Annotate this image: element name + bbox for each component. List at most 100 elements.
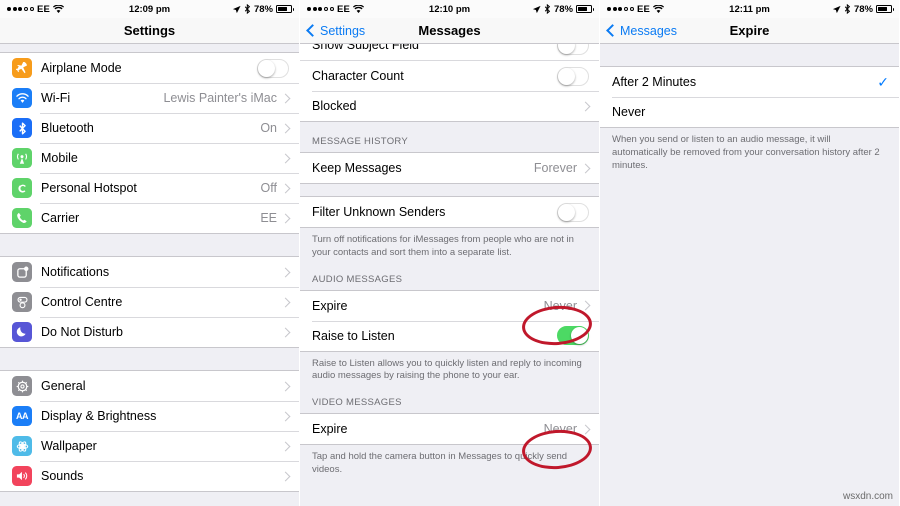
chevron-right-icon (580, 424, 591, 435)
back-button[interactable]: Settings (306, 24, 365, 38)
character-count-toggle[interactable] (557, 66, 589, 86)
filter-unknown-senders-toggle[interactable] (557, 202, 589, 222)
sidebar-item-general[interactable]: General (0, 371, 299, 401)
sidebar-item-display-brightness[interactable]: AA Display & Brightness (0, 401, 299, 431)
row-label: Never (612, 105, 646, 119)
row-value: On (260, 121, 277, 135)
row-value: Never (543, 298, 577, 313)
status-left: EE (307, 4, 365, 15)
list-spacer (600, 44, 899, 66)
expire-options-list[interactable]: After 2 Minutes ✓ Never When you send or… (600, 44, 899, 506)
panel-messages: EE 12:10 pm 78% Settings Messages Show S… (299, 0, 599, 506)
bluetooth-icon (12, 118, 32, 138)
sidebar-item-wifi[interactable]: Wi-Fi Lewis Painter's iMac (0, 83, 299, 113)
row-filter-unknown-senders[interactable]: Filter Unknown Senders (300, 197, 599, 227)
row-character-count[interactable]: Character Count (300, 61, 599, 91)
nav-bar-messages: Settings Messages (300, 18, 599, 44)
bluetooth-icon (244, 4, 251, 14)
show-subject-field-toggle[interactable] (557, 44, 589, 55)
chevron-right-icon (280, 327, 291, 337)
messages-group-video: Expire Never (300, 413, 599, 446)
row-label: Control Centre (41, 295, 123, 309)
list-spacer (0, 348, 299, 370)
page-title: Settings (123, 23, 176, 38)
signal-dots-icon (607, 6, 634, 12)
hotspot-icon (12, 178, 32, 198)
row-label: Filter Unknown Senders (312, 205, 446, 219)
row-raise-to-listen[interactable]: Raise to Listen (300, 320, 599, 351)
chevron-left-icon (306, 24, 319, 37)
row-label: Expire (312, 422, 348, 437)
display-brightness-icon: AA (12, 406, 32, 426)
sidebar-item-bluetooth[interactable]: Bluetooth On (0, 113, 299, 143)
row-video-expire[interactable]: Expire Never (300, 414, 599, 445)
sidebar-item-personal-hotspot[interactable]: Personal Hotspot Off (0, 173, 299, 203)
status-left: EE (7, 4, 65, 15)
chevron-right-icon (280, 411, 291, 421)
sidebar-item-airplane-mode[interactable]: Airplane Mode (0, 53, 299, 83)
sidebar-item-wallpaper[interactable]: Wallpaper (0, 431, 299, 461)
list-spacer (0, 44, 299, 52)
settings-group-general: General AA Display & Brightness Wallpape… (0, 370, 299, 492)
wallpaper-icon (12, 436, 32, 456)
chevron-right-icon (280, 153, 291, 163)
airplane-mode-toggle[interactable] (257, 58, 289, 78)
wifi-icon (653, 4, 665, 13)
messages-group-top: Character Count Blocked (300, 61, 599, 122)
list-spacer (300, 184, 599, 196)
row-label: Notifications (41, 265, 110, 279)
row-value: Never (543, 422, 577, 437)
sidebar-item-notifications[interactable]: Notifications (0, 257, 299, 287)
battery-icon (876, 5, 894, 13)
panel-settings: EE 12:09 pm 78% Settings Airplane Mode W… (0, 0, 299, 506)
chevron-right-icon (280, 183, 291, 193)
row-value: EE (260, 211, 277, 225)
row-keep-messages[interactable]: Keep Messages Forever (300, 153, 599, 183)
row-label: General (41, 379, 86, 393)
sidebar-item-do-not-disturb[interactable]: Do Not Disturb (0, 317, 299, 347)
row-blocked[interactable]: Blocked (300, 91, 599, 121)
status-bar: EE 12:11 pm 78% (600, 0, 899, 18)
expire-options-group: After 2 Minutes ✓ Never (600, 66, 899, 128)
chevron-right-icon (280, 267, 291, 277)
row-label: Carrier (41, 211, 80, 225)
row-label: Wi-Fi (41, 91, 71, 105)
battery-icon (576, 5, 594, 13)
chevron-right-icon (280, 123, 291, 133)
chevron-left-icon (606, 24, 619, 37)
location-arrow-icon (532, 5, 541, 13)
messages-group-history: Keep Messages Forever (300, 152, 599, 184)
messages-group-filter: Filter Unknown Senders (300, 196, 599, 228)
option-never[interactable]: Never (600, 97, 899, 127)
messages-group-audio: Expire Never Raise to Listen (300, 289, 599, 352)
control-centre-icon (12, 292, 32, 312)
row-label: Show Subject Field (312, 44, 420, 52)
row-label: Blocked (312, 99, 357, 113)
option-after-2-minutes[interactable]: After 2 Minutes ✓ (600, 67, 899, 97)
sidebar-item-mobile[interactable]: Mobile (0, 143, 299, 173)
row-label: Character Count (312, 69, 404, 83)
row-label: Personal Hotspot (41, 181, 137, 195)
sidebar-item-carrier[interactable]: Carrier EE (0, 203, 299, 233)
chevron-right-icon (580, 163, 591, 173)
row-label: After 2 Minutes (612, 75, 697, 89)
battery-percent: 78% (253, 3, 273, 15)
sidebar-item-sounds[interactable]: Sounds (0, 461, 299, 491)
row-audio-expire[interactable]: Expire Never (300, 290, 599, 321)
row-label: Mobile (41, 151, 78, 165)
row-value: Off (260, 181, 277, 195)
row-label: Bluetooth (41, 121, 94, 135)
section-header-video-messages: VIDEO MESSAGES (300, 393, 599, 414)
row-label: Airplane Mode (41, 61, 122, 75)
sidebar-item-control-centre[interactable]: Control Centre (0, 287, 299, 317)
settings-list[interactable]: Airplane Mode Wi-Fi Lewis Painter's iMac (0, 44, 299, 506)
row-show-subject-field-clipped[interactable]: Show Subject Field (300, 44, 599, 61)
chevron-right-icon (280, 441, 291, 451)
status-right: 78% (232, 3, 294, 15)
footer-note-video: Tap and hold the camera button in Messag… (300, 445, 599, 487)
messages-list[interactable]: Show Subject Field Character Count Block… (300, 44, 599, 506)
footer-note-expire: When you send or listen to an audio mess… (600, 128, 899, 183)
raise-to-listen-toggle[interactable] (557, 326, 589, 346)
back-button[interactable]: Messages (606, 24, 677, 38)
row-label: Expire (312, 298, 348, 313)
